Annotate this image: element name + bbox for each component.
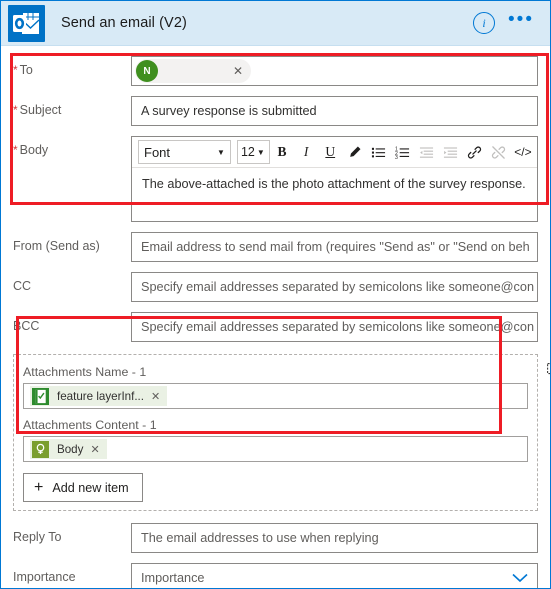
chevron-down-icon: ▼ (217, 147, 225, 157)
body-label: * Body (13, 143, 49, 157)
from-input[interactable]: Email address to send mail from (require… (131, 232, 538, 262)
field-row-to: * To N ✕ (1, 56, 550, 86)
field-row-importance: Importance Importance (1, 563, 550, 588)
add-new-item-button[interactable]: + Add new item (23, 473, 143, 502)
importance-select[interactable]: Importance (131, 563, 538, 588)
action-body: * To N ✕ * Subject A survey response is su… (1, 56, 550, 588)
cc-label: CC (13, 279, 32, 293)
importance-label: Importance (13, 570, 76, 584)
header-actions: i ••• (473, 10, 550, 34)
underline-icon[interactable]: U (318, 139, 342, 165)
importance-value: Importance (141, 571, 205, 585)
attachments-group: Attachments Name - 1 feature layerInf...… (13, 354, 550, 511)
subject-label: * Subject (13, 103, 62, 117)
remove-recipient-icon[interactable]: ✕ (233, 64, 243, 78)
remove-token-icon[interactable]: ✕ (90, 443, 99, 456)
duplicate-item-icon[interactable]: T (547, 363, 550, 379)
font-size-select[interactable]: 12 ▼ (236, 140, 270, 164)
field-row-reply-to: Reply To The email addresses to use when… (1, 523, 550, 553)
highlight-pen-icon[interactable] (342, 139, 366, 165)
attachments-name-input[interactable]: feature layerInf... ✕ (23, 383, 528, 409)
more-options-icon[interactable]: ••• (508, 10, 534, 30)
outlook-icon (8, 4, 45, 42)
action-header: Send an email (V2) i ••• (1, 1, 550, 46)
reply-to-input[interactable]: The email addresses to use when replying (131, 523, 538, 553)
bcc-input[interactable]: Specify email addresses separated by sem… (131, 312, 538, 342)
dynamic-content-icon (30, 439, 50, 459)
rich-text-editor: Font ▼ 12 ▼ B I U 1 2 3 </> The above-at… (131, 136, 538, 222)
attachments-content-input[interactable]: Body ✕ (23, 436, 528, 462)
cc-input[interactable]: Specify email addresses separated by sem… (131, 272, 538, 302)
field-row-subject: * Subject A survey response is submitted (1, 96, 550, 126)
numbered-list-icon[interactable]: 1 2 3 (390, 139, 414, 165)
attachment-content-token[interactable]: Body ✕ (30, 439, 107, 459)
attachments-name-label: Attachments Name - 1 (23, 365, 147, 379)
required-asterisk: * (13, 63, 18, 77)
field-row-cc: CC Specify email addresses separated by … (1, 272, 550, 302)
code-view-icon[interactable]: </> (511, 139, 535, 165)
reply-to-label: Reply To (13, 530, 62, 544)
required-asterisk: * (13, 143, 18, 157)
link-icon[interactable] (463, 139, 487, 165)
flow-action-card: Send an email (V2) i ••• * To N ✕ * Subj… (0, 0, 551, 589)
chevron-down-icon: ▼ (256, 147, 265, 157)
font-size-value: 12 (240, 145, 255, 159)
indent-icon (439, 139, 463, 165)
to-label: * To (13, 63, 33, 77)
subject-input[interactable]: A survey response is submitted (131, 96, 538, 126)
field-row-from: From (Send as) Email address to send mai… (1, 232, 550, 262)
avatar: N (136, 60, 158, 82)
attachment-name-text: feature layerInf... (57, 389, 144, 403)
italic-icon[interactable]: I (294, 139, 318, 165)
attachments-content-label: Attachments Content - 1 (23, 418, 157, 432)
recipient-token[interactable]: N ✕ (135, 59, 251, 83)
font-family-select[interactable]: Font ▼ (138, 140, 231, 164)
svg-text:3: 3 (395, 155, 398, 160)
font-family-value: Font (144, 144, 171, 160)
attachment-name-token[interactable]: feature layerInf... ✕ (30, 386, 168, 406)
add-new-item-label: Add new item (52, 480, 129, 495)
action-title: Send an email (V2) (61, 15, 187, 31)
outdent-icon (415, 139, 439, 165)
chevron-down-icon (512, 571, 528, 586)
required-asterisk: * (13, 103, 18, 117)
from-label: From (Send as) (13, 239, 100, 253)
body-input[interactable]: The above-attached is the photo attachme… (132, 168, 537, 221)
unlink-icon (487, 139, 511, 165)
editor-toolbar: Font ▼ 12 ▼ B I U 1 2 3 </> (132, 137, 537, 168)
field-row-bcc: BCC Specify email addresses separated by… (1, 312, 550, 342)
info-icon[interactable]: i (473, 12, 496, 34)
to-input[interactable]: N ✕ (131, 56, 538, 86)
bcc-label: BCC (13, 319, 40, 333)
survey-form-icon (30, 386, 50, 406)
attachment-content-text: Body (57, 442, 84, 456)
remove-token-icon[interactable]: ✕ (151, 390, 160, 403)
bullet-list-icon[interactable] (366, 139, 390, 165)
field-row-body: * Body Font ▼ 12 ▼ B I U 1 2 3 </> The a… (1, 136, 550, 222)
bold-icon[interactable]: B (270, 139, 294, 165)
plus-icon: + (34, 478, 44, 496)
